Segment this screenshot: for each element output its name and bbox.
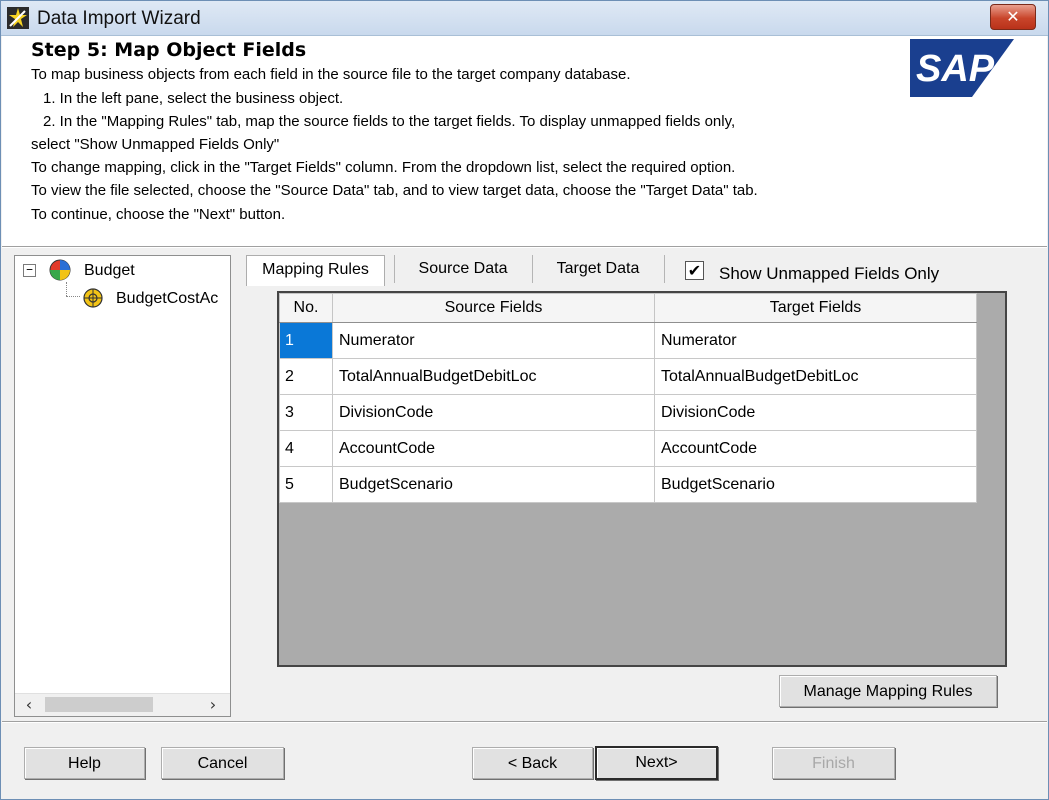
column-header-no[interactable]: No.: [279, 293, 333, 323]
instruction-line: 2. In the "Mapping Rules" tab, map the s…: [43, 113, 736, 130]
table-row[interactable]: 1 Numerator Numerator: [279, 322, 977, 359]
title-bar: Data Import Wizard ✕: [1, 1, 1048, 36]
row-number[interactable]: 2: [279, 358, 333, 395]
table-row[interactable]: 4 AccountCode AccountCode: [279, 430, 977, 467]
header-divider: [2, 246, 1047, 248]
wizard-icon: [7, 7, 29, 29]
table-row[interactable]: 5 BudgetScenario BudgetScenario: [279, 466, 977, 503]
show-unmapped-label: Show Unmapped Fields Only: [719, 264, 940, 283]
row-number[interactable]: 3: [279, 394, 333, 431]
tab-target-data[interactable]: Target Data: [539, 255, 657, 285]
instruction-line: To view the file selected, choose the "S…: [31, 182, 758, 199]
target-field-cell[interactable]: DivisionCode: [654, 394, 977, 431]
close-button[interactable]: ✕: [990, 4, 1036, 30]
footer-divider: [2, 721, 1047, 723]
tab-source-data[interactable]: Source Data: [401, 255, 525, 285]
horizontal-scrollbar[interactable]: ‹ ›: [15, 693, 230, 716]
instruction-line: select "Show Unmapped Fields Only": [31, 136, 280, 153]
mapping-grid[interactable]: No. Source Fields Target Fields 1 Numera…: [277, 291, 1007, 667]
finish-button[interactable]: Finish: [772, 747, 895, 779]
source-field-cell: AccountCode: [332, 430, 655, 467]
help-button[interactable]: Help: [24, 747, 145, 779]
collapse-toggle[interactable]: −: [23, 264, 36, 277]
scrollbar-thumb[interactable]: [45, 697, 153, 712]
instruction-line: To continue, choose the "Next" button.: [31, 206, 286, 223]
scroll-right-icon[interactable]: ›: [203, 695, 223, 715]
step-title: Step 5: Map Object Fields: [31, 39, 307, 61]
back-button[interactable]: < Back: [472, 747, 593, 779]
tab-divider: [664, 255, 665, 283]
column-header-target-fields[interactable]: Target Fields: [654, 293, 977, 323]
window-title: Data Import Wizard: [37, 8, 201, 29]
sap-logo: SAP: [910, 39, 1014, 97]
target-field-cell[interactable]: AccountCode: [654, 430, 977, 467]
budget-object-icon: [49, 259, 71, 281]
business-object-tree[interactable]: − Budget BudgetCostAc ‹ ›: [14, 255, 231, 717]
budget-cost-object-icon: [83, 288, 103, 308]
row-number[interactable]: 5: [279, 466, 333, 503]
table-row[interactable]: 2 TotalAnnualBudgetDebitLoc TotalAnnualB…: [279, 358, 977, 395]
cancel-button[interactable]: Cancel: [161, 747, 284, 779]
instruction-line: 1. In the left pane, select the business…: [43, 90, 344, 107]
show-unmapped-checkbox[interactable]: ✔: [685, 261, 704, 280]
instruction-line: To change mapping, click in the "Target …: [31, 159, 736, 176]
scroll-left-icon[interactable]: ‹: [19, 695, 39, 715]
tree-connector: [66, 296, 80, 297]
tree-connector: [66, 282, 67, 296]
source-field-cell: TotalAnnualBudgetDebitLoc: [332, 358, 655, 395]
target-field-cell[interactable]: TotalAnnualBudgetDebitLoc: [654, 358, 977, 395]
target-field-cell[interactable]: Numerator: [654, 322, 977, 359]
row-number[interactable]: 1: [279, 322, 333, 359]
sap-logo-text: SAP: [916, 48, 995, 90]
next-button[interactable]: Next>: [595, 746, 718, 780]
tree-item-budget[interactable]: Budget: [84, 262, 135, 280]
row-number[interactable]: 4: [279, 430, 333, 467]
wizard-header: Step 5: Map Object Fields To map busines…: [2, 36, 1047, 246]
instruction-line: To map business objects from each field …: [31, 66, 631, 83]
source-field-cell: DivisionCode: [332, 394, 655, 431]
tab-mapping-rules[interactable]: Mapping Rules: [246, 255, 385, 286]
target-field-cell[interactable]: BudgetScenario: [654, 466, 977, 503]
table-header-row: No. Source Fields Target Fields: [279, 293, 977, 323]
source-field-cell: BudgetScenario: [332, 466, 655, 503]
manage-mapping-rules-button[interactable]: Manage Mapping Rules: [779, 675, 997, 707]
table-row[interactable]: 3 DivisionCode DivisionCode: [279, 394, 977, 431]
source-field-cell: Numerator: [332, 322, 655, 359]
tab-divider: [532, 255, 533, 283]
tab-divider: [394, 255, 395, 283]
column-header-source-fields[interactable]: Source Fields: [332, 293, 655, 323]
tree-item-budget-cost-accounts[interactable]: BudgetCostAc: [116, 290, 228, 308]
mapping-table: No. Source Fields Target Fields 1 Numera…: [279, 293, 977, 503]
data-import-wizard-window: Data Import Wizard ✕ Step 5: Map Object …: [0, 0, 1049, 800]
